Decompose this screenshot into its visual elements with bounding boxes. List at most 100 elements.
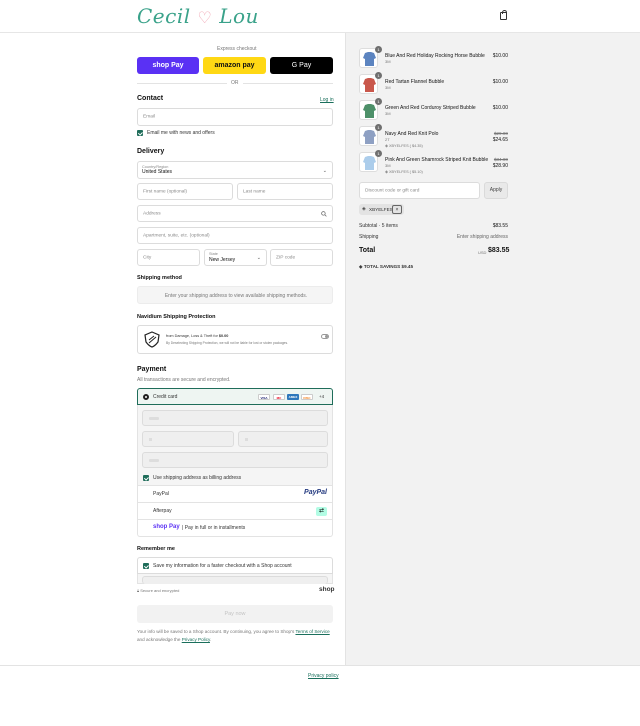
chevron-down-icon: ⌄ — [322, 168, 327, 174]
original-price: $34.00 — [493, 157, 508, 162]
login-link[interactable]: Log in — [320, 97, 334, 103]
applied-code: XBYELFES — [369, 207, 393, 212]
chevron-down-icon: ⌄ — [256, 255, 261, 261]
line-price: $10.00 — [492, 105, 508, 111]
payment-subtitle: All transactions are secure and encrypte… — [137, 377, 231, 383]
discount-field[interactable]: Discount code or gift card — [359, 182, 480, 199]
email-field[interactable]: Email — [137, 108, 333, 126]
shipping-method-message-box: Enter your shipping address to view avai… — [137, 286, 333, 304]
total-value: $83.55 — [488, 247, 510, 254]
address-field[interactable]: Address — [137, 205, 333, 222]
zip-placeholder: ZIP code — [276, 255, 296, 260]
news-label: Email me with news and offers — [147, 130, 215, 136]
legal-prefix: Your info will be saved to a Shop accoun… — [137, 629, 295, 634]
protection-card: from Damage, Loss & Theft for $0.00 By D… — [137, 325, 333, 354]
total-label: Total — [359, 247, 376, 254]
country-select[interactable]: Country/Region United States ⌄ — [137, 161, 333, 179]
shipping-label: Shipping — [359, 234, 379, 240]
terms-link[interactable]: Terms of Service — [295, 629, 329, 634]
shipping-method-heading: Shipping method — [137, 275, 182, 281]
quantity-badge: 1 — [375, 98, 382, 105]
shop-pay-installments-text: | Pay in full or in installments — [182, 525, 246, 531]
city-field[interactable]: City — [137, 249, 200, 266]
card-fields-panel — [137, 405, 333, 471]
remember-label: Save my information for a faster checkou… — [153, 563, 292, 569]
paypal-option[interactable]: PayPal PayPal — [137, 486, 333, 503]
more-cards-count: +4 — [319, 394, 325, 399]
logo-heart: ♡ — [197, 8, 213, 27]
security-code-field[interactable] — [238, 431, 328, 447]
address-placeholder: Address — [143, 211, 161, 216]
line-price: $28.90 — [492, 163, 508, 169]
remove-discount-icon[interactable]: × — [392, 205, 402, 214]
product-name: Blue And Red Holiday Rocking Horse Bubbl… — [385, 53, 485, 59]
store-logo[interactable]: Cecil ♡ Lou — [137, 4, 259, 28]
credit-card-label: Credit card — [153, 394, 178, 400]
afterpay-label: Afterpay — [153, 508, 172, 514]
zip-field[interactable]: ZIP code — [270, 249, 333, 266]
remember-phone-panel — [137, 574, 333, 584]
first-name-field[interactable]: First name (optional) — [137, 183, 233, 200]
expiry-field[interactable] — [142, 431, 234, 447]
product-name: Navy And Red Knit Polo — [385, 131, 439, 137]
paypal-logo-icon: PayPal — [304, 489, 327, 496]
savings-label: TOTAL SAVINGS — [363, 264, 401, 269]
apartment-field[interactable]: Apartment, suite, etc. (optional) — [137, 227, 333, 244]
toggle-knob — [325, 335, 328, 338]
express-checkout-label: Express checkout — [217, 46, 257, 52]
or-separator: OR — [231, 80, 239, 86]
last-name-field[interactable]: Last name — [237, 183, 333, 200]
amex-icon: AMEX — [287, 394, 299, 400]
shipping-method-message: Enter your shipping address to view avai… — [164, 293, 308, 299]
state-select[interactable]: State New Jersey ⌄ — [204, 249, 267, 266]
shop-pay-installments-option[interactable]: shop Pay | Pay in full or in installment… — [137, 520, 333, 537]
cart-bag-icon[interactable] — [500, 10, 507, 20]
remember-checkbox[interactable] — [143, 563, 149, 569]
applied-discount-tag: ◈ XBYELFES × — [359, 204, 404, 215]
phone-field[interactable] — [142, 576, 328, 584]
visa-icon: VISA — [258, 394, 270, 400]
credit-card-option[interactable]: Credit card VISA MC AMEX DISC +4 — [137, 388, 333, 405]
protection-heading: Navidium Shipping Protection — [137, 314, 216, 320]
credit-card-radio[interactable] — [143, 394, 149, 400]
total-savings: ◈ TOTAL SAVINGS $9.45 — [359, 264, 413, 270]
search-icon — [321, 211, 327, 217]
field-skeleton — [149, 417, 159, 420]
protection-price: $0.00 — [218, 334, 229, 338]
country-value: United States — [142, 169, 173, 175]
billing-checkbox[interactable] — [143, 475, 149, 481]
legal-text: Your info will be saved to a Shop accoun… — [137, 628, 330, 644]
quantity-badge: 1 — [375, 72, 382, 79]
amazon-pay-button[interactable]: amazon pay — [203, 57, 266, 74]
subtotal-value: $83.55 — [492, 223, 508, 229]
legal-middle: and acknowledge the — [137, 637, 181, 642]
protection-line-2: By Deselecting Shipping Protection, we w… — [166, 341, 289, 345]
shop-logo: shop — [319, 586, 335, 593]
privacy-policy-footer-link[interactable]: Privacy policy — [308, 673, 339, 679]
discover-icon: DISC — [301, 394, 313, 400]
shop-pay-button[interactable]: shop Pay — [137, 57, 199, 74]
google-pay-button[interactable]: G Pay — [270, 57, 333, 74]
news-checkbox[interactable] — [137, 130, 143, 136]
product-name: Green And Red Corduroy Striped Bubble — [385, 105, 476, 111]
legal-suffix: . — [209, 637, 212, 642]
protection-toggle[interactable] — [321, 334, 329, 339]
first-name-placeholder: First name (optional) — [143, 189, 187, 194]
pay-now-button[interactable]: Pay now — [137, 605, 333, 623]
name-on-card-field[interactable] — [142, 452, 328, 468]
afterpay-option[interactable]: Afterpay ⇄ — [137, 503, 333, 520]
card-number-field[interactable] — [142, 410, 328, 426]
city-placeholder: City — [143, 255, 152, 260]
mastercard-icon: MC — [273, 394, 285, 400]
state-label: State — [209, 252, 218, 256]
logo-text-right: Lou — [219, 4, 259, 28]
field-skeleton — [149, 438, 152, 441]
order-summary-panel — [345, 33, 640, 665]
original-price: $29.00 — [493, 131, 508, 136]
contact-heading: Contact — [137, 95, 164, 102]
billing-row: Use shipping address as billing address — [137, 471, 333, 486]
apply-button[interactable]: Apply — [484, 182, 508, 199]
shipping-value: Enter shipping address — [456, 234, 508, 240]
privacy-link[interactable]: Privacy Policy — [182, 637, 210, 642]
site-header — [0, 0, 640, 33]
